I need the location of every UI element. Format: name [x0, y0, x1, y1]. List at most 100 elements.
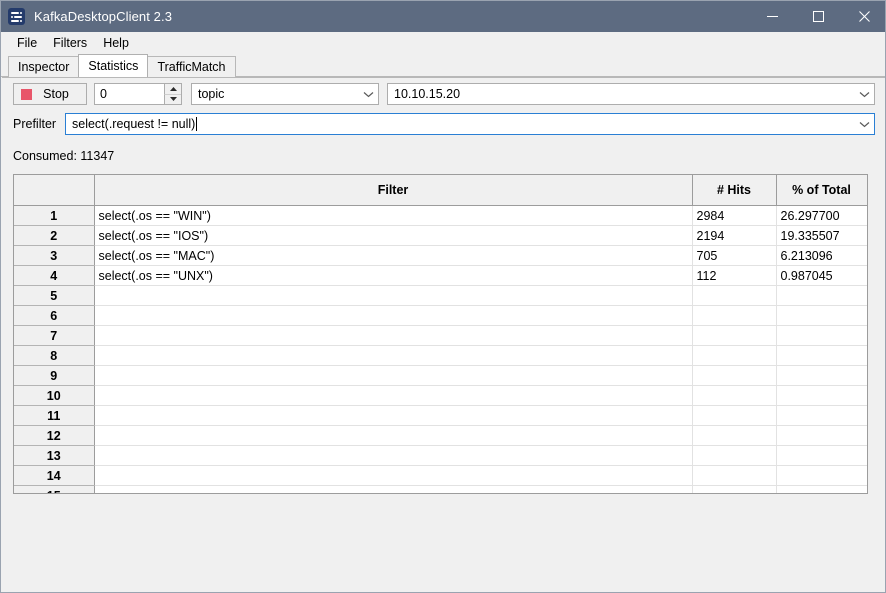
row-header-cell[interactable]: 12: [14, 425, 95, 446]
column-header-hits[interactable]: # Hits: [692, 175, 777, 206]
row-header-cell[interactable]: 3: [14, 245, 95, 266]
row-header-cell[interactable]: 2: [14, 225, 95, 246]
table-row[interactable]: 14: [14, 465, 867, 486]
cell-hits[interactable]: [692, 425, 777, 446]
table-row[interactable]: 7: [14, 325, 867, 346]
cell-filter[interactable]: [94, 285, 693, 306]
tab-inspector[interactable]: Inspector: [8, 56, 80, 77]
row-header-cell[interactable]: 8: [14, 345, 95, 366]
table-row[interactable]: 8: [14, 345, 867, 366]
close-icon[interactable]: [841, 1, 885, 32]
cell-percent[interactable]: [776, 285, 867, 306]
table-row[interactable]: 6: [14, 305, 867, 326]
prefilter-combo[interactable]: select(.request != null): [65, 113, 875, 135]
table-row[interactable]: 3 select(.os == "MAC") 705 6.213096: [14, 245, 867, 266]
cell-percent[interactable]: 19.335507: [776, 225, 867, 246]
row-header-cell[interactable]: 13: [14, 445, 95, 466]
cell-filter[interactable]: [94, 325, 693, 346]
table-row[interactable]: 12: [14, 425, 867, 446]
column-header-pct[interactable]: % of Total: [776, 175, 867, 206]
table-row[interactable]: 1 select(.os == "WIN") 2984 26.297700: [14, 205, 867, 226]
cell-hits[interactable]: [692, 325, 777, 346]
row-header-cell[interactable]: 5: [14, 285, 95, 306]
cell-filter[interactable]: [94, 465, 693, 486]
spinner-down-icon[interactable]: [164, 94, 181, 104]
cell-percent[interactable]: [776, 385, 867, 406]
cell-filter[interactable]: [94, 305, 693, 326]
cell-percent[interactable]: [776, 485, 867, 493]
cell-hits[interactable]: [692, 345, 777, 366]
partition-spinner[interactable]: 0: [94, 83, 182, 105]
cell-percent[interactable]: [776, 345, 867, 366]
row-header-cell[interactable]: 7: [14, 325, 95, 346]
row-header-cell[interactable]: 10: [14, 385, 95, 406]
cell-percent[interactable]: [776, 365, 867, 386]
cell-hits[interactable]: [692, 485, 777, 493]
prefilter-label: Prefilter: [13, 117, 57, 131]
table-row[interactable]: 13: [14, 445, 867, 466]
tab-trafficmatch[interactable]: TrafficMatch: [147, 56, 236, 77]
server-combo[interactable]: 10.10.15.20: [387, 83, 875, 105]
cell-percent[interactable]: [776, 425, 867, 446]
row-header-cell[interactable]: 9: [14, 365, 95, 386]
chevron-down-icon[interactable]: [854, 91, 874, 98]
row-header-cell[interactable]: 4: [14, 265, 95, 286]
cell-filter[interactable]: [94, 345, 693, 366]
table-row[interactable]: 15: [14, 485, 867, 493]
menu-item-filters[interactable]: Filters: [45, 34, 95, 52]
table-row[interactable]: 5: [14, 285, 867, 306]
prefilter-input[interactable]: select(.request != null): [66, 117, 854, 131]
table-corner-header[interactable]: [14, 175, 95, 206]
cell-filter[interactable]: select(.os == "WIN"): [94, 205, 693, 226]
cell-filter[interactable]: select(.os == "IOS"): [94, 225, 693, 246]
table-row[interactable]: 9: [14, 365, 867, 386]
row-header-cell[interactable]: 14: [14, 465, 95, 486]
cell-hits[interactable]: 2984: [692, 205, 777, 226]
chevron-down-icon[interactable]: [358, 91, 378, 98]
cell-percent[interactable]: [776, 445, 867, 466]
cell-filter[interactable]: [94, 385, 693, 406]
cell-percent[interactable]: 6.213096: [776, 245, 867, 266]
cell-hits[interactable]: [692, 385, 777, 406]
cell-percent[interactable]: [776, 325, 867, 346]
spinner-up-icon[interactable]: [164, 84, 181, 95]
tab-statistics[interactable]: Statistics: [78, 54, 149, 77]
cell-percent[interactable]: [776, 405, 867, 426]
cell-hits[interactable]: 705: [692, 245, 777, 266]
cell-percent[interactable]: [776, 465, 867, 486]
cell-filter[interactable]: select(.os == "MAC"): [94, 245, 693, 266]
row-header-cell[interactable]: 6: [14, 305, 95, 326]
cell-filter[interactable]: [94, 485, 693, 493]
table-row[interactable]: 2 select(.os == "IOS") 2194 19.335507: [14, 225, 867, 246]
minimize-icon[interactable]: [749, 1, 795, 32]
cell-percent[interactable]: 0.987045: [776, 265, 867, 286]
cell-filter[interactable]: [94, 405, 693, 426]
cell-hits[interactable]: [692, 465, 777, 486]
column-header-filter[interactable]: Filter: [94, 175, 693, 206]
menu-item-file[interactable]: File: [9, 34, 45, 52]
maximize-icon[interactable]: [795, 1, 841, 32]
cell-percent[interactable]: 26.297700: [776, 205, 867, 226]
topic-combo[interactable]: topic: [191, 83, 379, 105]
cell-hits[interactable]: 2194: [692, 225, 777, 246]
cell-hits[interactable]: [692, 285, 777, 306]
cell-hits[interactable]: [692, 405, 777, 426]
cell-hits[interactable]: [692, 305, 777, 326]
cell-hits[interactable]: [692, 365, 777, 386]
menu-item-help[interactable]: Help: [95, 34, 137, 52]
cell-hits[interactable]: [692, 445, 777, 466]
row-header-cell[interactable]: 1: [14, 205, 95, 226]
row-header-cell[interactable]: 11: [14, 405, 95, 426]
cell-filter[interactable]: [94, 425, 693, 446]
cell-filter[interactable]: [94, 365, 693, 386]
row-header-cell[interactable]: 15: [14, 485, 95, 493]
table-row[interactable]: 11: [14, 405, 867, 426]
table-row[interactable]: 4 select(.os == "UNX") 112 0.987045: [14, 265, 867, 286]
cell-filter[interactable]: select(.os == "UNX"): [94, 265, 693, 286]
cell-filter[interactable]: [94, 445, 693, 466]
cell-percent[interactable]: [776, 305, 867, 326]
chevron-down-icon[interactable]: [854, 121, 874, 128]
stop-button[interactable]: Stop: [13, 83, 87, 105]
table-row[interactable]: 10: [14, 385, 867, 406]
cell-hits[interactable]: 112: [692, 265, 777, 286]
